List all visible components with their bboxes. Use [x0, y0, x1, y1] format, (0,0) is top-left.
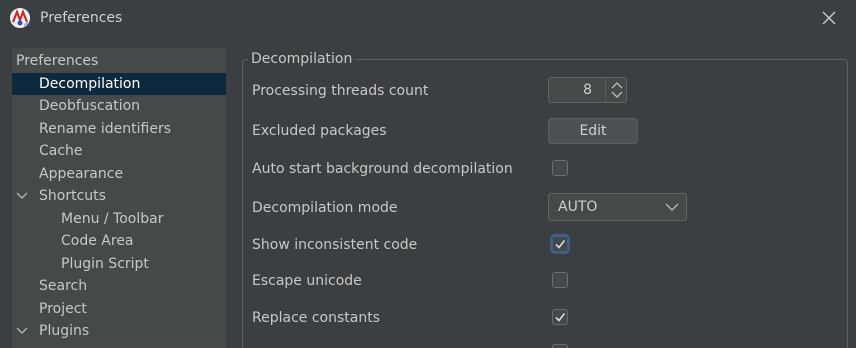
title-bar: dx Preferences — [0, 0, 856, 36]
tree-item-label: Appearance — [39, 166, 124, 182]
auto-start-checkbox[interactable] — [552, 160, 568, 176]
decompilation-mode-value: AUTO — [558, 199, 598, 215]
spinner-arrows-icon[interactable] — [605, 78, 628, 102]
tree-item-cache[interactable]: Cache — [12, 140, 226, 162]
tree-item-label: Rename identifiers — [39, 121, 171, 137]
jadx-logo-icon: dx — [10, 8, 31, 29]
escape-unicode-checkbox[interactable] — [552, 272, 568, 288]
tree-item-label: Plugins — [39, 323, 90, 339]
next-option-checkbox[interactable] — [552, 344, 568, 348]
decompilation-mode-label: Decompilation mode — [252, 200, 398, 216]
tree-item-label: Deobfuscation — [39, 98, 141, 114]
tree-item-label: Menu / Toolbar — [61, 211, 164, 227]
threads-spinner[interactable]: 8 — [548, 77, 627, 103]
auto-start-label: Auto start background decompilation — [252, 161, 513, 177]
excluded-packages-label: Excluded packages — [252, 123, 387, 139]
checkmark-icon — [555, 312, 566, 322]
inconsistent-code-label: Show inconsistent code — [252, 237, 418, 253]
preferences-window: dx Preferences Preferences Decompilation… — [0, 0, 856, 348]
tree-item-project[interactable]: Project — [12, 298, 226, 320]
chevron-down-icon — [665, 203, 679, 211]
close-icon[interactable] — [816, 5, 842, 31]
inconsistent-code-checkbox[interactable] — [552, 236, 568, 252]
replace-constants-label: Replace constants — [252, 310, 380, 326]
tree-item-appearance[interactable]: Appearance — [12, 163, 226, 185]
decompilation-mode-select[interactable]: AUTO — [548, 193, 687, 221]
tree-item-label: Code Area — [61, 233, 134, 249]
chevron-down-icon[interactable] — [16, 191, 28, 201]
tree-item-label: Project — [39, 301, 87, 317]
chevron-down-icon[interactable] — [16, 326, 28, 336]
tree-item-label: Search — [39, 278, 88, 294]
group-title: Decompilation — [248, 50, 356, 68]
tree-item-label: Cache — [39, 143, 83, 159]
edit-button[interactable]: Edit — [548, 118, 638, 144]
tree-item-plugin-script[interactable]: Plugin Script — [12, 253, 226, 275]
tree-item-label: Preferences — [16, 53, 99, 69]
tree-item-preferences[interactable]: Preferences — [12, 50, 226, 72]
threads-label: Processing threads count — [252, 83, 429, 99]
tree-item-decompilation[interactable]: Decompilation — [12, 73, 226, 95]
threads-value: 8 — [583, 82, 592, 98]
tree-item-code-area[interactable]: Code Area — [12, 230, 226, 252]
preferences-tree: Preferences Decompilation Deobfuscation … — [12, 48, 226, 348]
tree-item-deobfuscation[interactable]: Deobfuscation — [12, 95, 226, 117]
tree-item-rename-identifiers[interactable]: Rename identifiers — [12, 118, 226, 140]
replace-constants-checkbox[interactable] — [552, 309, 568, 325]
svg-text:dx: dx — [24, 22, 31, 29]
tree-item-shortcuts[interactable]: Shortcuts — [12, 185, 226, 207]
tree-item-label: Plugin Script — [61, 256, 149, 272]
tree-item-label: Shortcuts — [39, 188, 106, 204]
tree-item-label: Decompilation — [39, 76, 141, 92]
escape-unicode-label: Escape unicode — [252, 273, 362, 289]
window-title: Preferences — [40, 10, 123, 26]
tree-item-menu-toolbar[interactable]: Menu / Toolbar — [12, 208, 226, 230]
tree-item-plugins[interactable]: Plugins — [12, 320, 226, 342]
checkmark-icon — [555, 239, 566, 249]
tree-item-search[interactable]: Search — [12, 275, 226, 297]
